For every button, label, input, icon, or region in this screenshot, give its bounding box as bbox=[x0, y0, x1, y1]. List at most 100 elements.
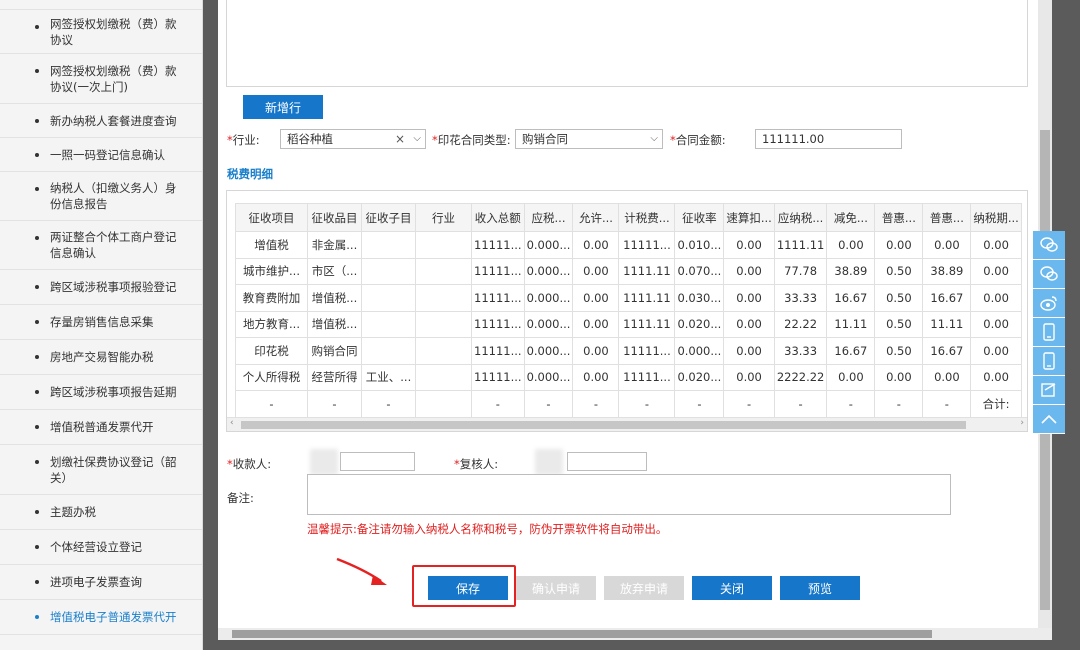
table-cell: 1111.11 bbox=[618, 310, 676, 338]
preview-button[interactable]: 预览 bbox=[780, 576, 860, 600]
table-cell: 工业、... bbox=[361, 363, 416, 391]
main-panel: 新增行 *行业: 稻谷种植 × ⌵ *印花合同类型: 购销合同 ⌵ *合同金额:… bbox=[218, 0, 1038, 628]
sidebar-item-vat-invoice-agent[interactable]: 增值税普通发票代开 bbox=[0, 410, 202, 445]
close-button[interactable]: 关闭 bbox=[692, 576, 772, 600]
table-cell: - bbox=[723, 390, 775, 418]
sidebar-item-new-taxpayer-progress[interactable]: 新办纳税人套餐进度查询 bbox=[0, 104, 202, 138]
table-cell: 城市维护... bbox=[235, 257, 308, 285]
note-textarea[interactable] bbox=[307, 474, 951, 515]
column-header[interactable]: 收入总额 bbox=[471, 203, 525, 232]
table-cell: 16.67 bbox=[826, 337, 876, 365]
column-header[interactable]: 减免... bbox=[826, 203, 876, 232]
wechat-icon[interactable] bbox=[1033, 260, 1065, 289]
bullet-icon bbox=[35, 615, 39, 619]
column-header[interactable]: 征收率 bbox=[674, 203, 725, 232]
column-header[interactable]: 普惠... bbox=[922, 203, 972, 232]
table-cell: 11111... bbox=[471, 231, 525, 259]
table-row[interactable]: 地方教育... 增值税... 11111... 0.000... 0.00 1111.11… bbox=[235, 310, 1022, 338]
table-row[interactable]: 个人所得税 经营所得 工业、... 11111... 0.000... 0.00 11111… bbox=[235, 363, 1022, 391]
table-cell: 0.50 bbox=[874, 310, 924, 338]
sidebar-item-input-einvoice-query[interactable]: 进项电子发票查询 bbox=[0, 565, 202, 600]
column-header[interactable]: 纳税期... bbox=[970, 203, 1022, 232]
contract-type-label: *印花合同类型: bbox=[432, 133, 511, 147]
sidebar-item-housing-sales-info[interactable]: 存量房销售信息采集 bbox=[0, 305, 202, 340]
table-cell: 16.67 bbox=[826, 284, 876, 312]
sidebar-item-online-deduction-agreement-once[interactable]: 网签授权划缴税（费）款协议(一次上门) bbox=[0, 54, 202, 104]
table-cell: - bbox=[307, 390, 362, 418]
sidebar-item-real-estate-smart-tax[interactable]: 房地产交易智能办税 bbox=[0, 340, 202, 375]
table-cell: 0.00 bbox=[723, 337, 775, 365]
sidebar-item-cross-region-registration[interactable]: 跨区域涉税事项报验登记 bbox=[0, 270, 202, 305]
table-cell bbox=[361, 337, 416, 365]
edit-icon[interactable] bbox=[1033, 376, 1065, 405]
mobile-icon[interactable] bbox=[1033, 318, 1065, 347]
table-row[interactable]: 印花税 购销合同 11111... 0.000... 0.00 11111... 0.000… bbox=[235, 337, 1022, 365]
sidebar-item-individual-business-setup[interactable]: 个体经营设立登记 bbox=[0, 530, 202, 565]
table-row[interactable]: 增值税 非金属... 11111... 0.000... 0.00 11111... 0.0… bbox=[235, 231, 1022, 259]
weibo-icon[interactable] bbox=[1033, 289, 1065, 318]
column-header[interactable]: 征收子目 bbox=[361, 203, 416, 232]
table-cell: - bbox=[361, 390, 416, 418]
column-header[interactable]: 速算扣... bbox=[723, 203, 775, 232]
column-header[interactable]: 征收项目 bbox=[235, 203, 308, 232]
sidebar-item-vat-einvoice-agent[interactable]: 增值税电子普通发票代开 bbox=[0, 600, 202, 635]
add-row-button[interactable]: 新增行 bbox=[243, 95, 323, 119]
reviewer-input[interactable] bbox=[567, 452, 647, 471]
main-horizontal-scrollbar[interactable] bbox=[218, 628, 1052, 640]
redacted-reviewer bbox=[535, 449, 563, 475]
sidebar-item-label: 跨区域涉税事项报告延期 bbox=[50, 385, 177, 399]
sidebar-item-online-deduction-agreement[interactable]: 网签授权划缴税（费）款协议 bbox=[0, 10, 202, 54]
table-cell: - bbox=[235, 390, 308, 418]
confirm-apply-button[interactable]: 确认申请 bbox=[516, 576, 596, 600]
table-cell: 0.00 bbox=[970, 337, 1022, 365]
abandon-apply-button[interactable]: 放弃申请 bbox=[604, 576, 684, 600]
back-to-top-icon[interactable] bbox=[1033, 405, 1065, 434]
table-cell: 个人所得税 bbox=[235, 363, 308, 391]
table-body: 增值税 非金属... 11111... 0.000... 0.00 11111... 0.0… bbox=[235, 231, 1022, 418]
sidebar-item-label: 纳税人（扣缴义务人）身份信息报告 bbox=[50, 181, 177, 211]
bullet-icon bbox=[35, 510, 39, 514]
table-horizontal-scrollbar[interactable]: ‹ › bbox=[227, 417, 1027, 431]
table-row[interactable]: 教育费附加 增值税... 11111... 0.000... 0.00 1111.11 0.… bbox=[235, 284, 1022, 312]
table-cell: - bbox=[572, 390, 620, 418]
tablet-icon[interactable] bbox=[1033, 347, 1065, 376]
scrollbar-thumb[interactable] bbox=[232, 630, 932, 638]
table-cell: 市区（... bbox=[307, 257, 362, 285]
sidebar-item-label: 一照一码登记信息确认 bbox=[50, 147, 165, 162]
chevron-down-icon: ⌵ bbox=[413, 133, 421, 144]
table-cell: 0.50 bbox=[874, 284, 924, 312]
column-header[interactable]: 允许... bbox=[572, 203, 620, 232]
table-row[interactable]: 城市维护... 市区（... 11111... 0.000... 0.00 1111.11… bbox=[235, 257, 1022, 285]
table-cell: 38.89 bbox=[922, 257, 972, 285]
sidebar-item-identity-report[interactable]: 纳税人（扣缴义务人）身份信息报告 bbox=[0, 172, 202, 221]
scroll-right-icon[interactable]: › bbox=[1020, 418, 1024, 428]
table-cell: 11111... bbox=[471, 310, 525, 338]
table-cell: 0.000... bbox=[523, 257, 574, 285]
contract-amount-label: *合同金额: bbox=[670, 133, 726, 147]
column-header[interactable]: 应纳税... bbox=[773, 203, 828, 232]
sidebar-item-individual-business-confirm[interactable]: 两证整合个体工商户登记信息确认 bbox=[0, 221, 202, 270]
column-header[interactable]: 普惠... bbox=[874, 203, 924, 232]
contract-type-select[interactable]: 购销合同 ⌵ bbox=[515, 129, 663, 149]
chat-icon[interactable] bbox=[1033, 231, 1065, 260]
sidebar-item-registration-confirm[interactable]: 一照一码登记信息确认 bbox=[0, 138, 202, 172]
scroll-left-icon[interactable]: ‹ bbox=[230, 418, 234, 428]
column-header[interactable]: 征收品目 bbox=[307, 203, 362, 232]
sidebar-item-theme-tax[interactable]: 主题办税 bbox=[0, 495, 202, 530]
sidebar-item-social-insurance-agreement[interactable]: 划缴社保费协议登记（韶关） bbox=[0, 445, 202, 495]
table-row[interactable]: - - - - - - - - - - - - - 合计: bbox=[235, 390, 1022, 418]
industry-select[interactable]: 稻谷种植 × ⌵ bbox=[280, 129, 426, 149]
scrollbar-thumb[interactable] bbox=[241, 421, 966, 429]
bullet-icon bbox=[35, 285, 39, 289]
contract-amount-input[interactable]: 111111.00 bbox=[755, 129, 902, 149]
sidebar-item-cross-region-extension[interactable]: 跨区域涉税事项报告延期 bbox=[0, 375, 202, 410]
column-header[interactable]: 计税费... bbox=[618, 203, 676, 232]
table-cell: 0.00 bbox=[572, 363, 620, 391]
table-cell: 11111... bbox=[471, 337, 525, 365]
payee-input[interactable] bbox=[340, 452, 415, 471]
save-button[interactable]: 保存 bbox=[428, 576, 508, 600]
column-header[interactable]: 行业 bbox=[415, 203, 472, 232]
clear-icon[interactable]: × bbox=[395, 132, 405, 146]
column-header[interactable]: 应税... bbox=[523, 203, 574, 232]
table-cell: 增值税... bbox=[307, 284, 362, 312]
